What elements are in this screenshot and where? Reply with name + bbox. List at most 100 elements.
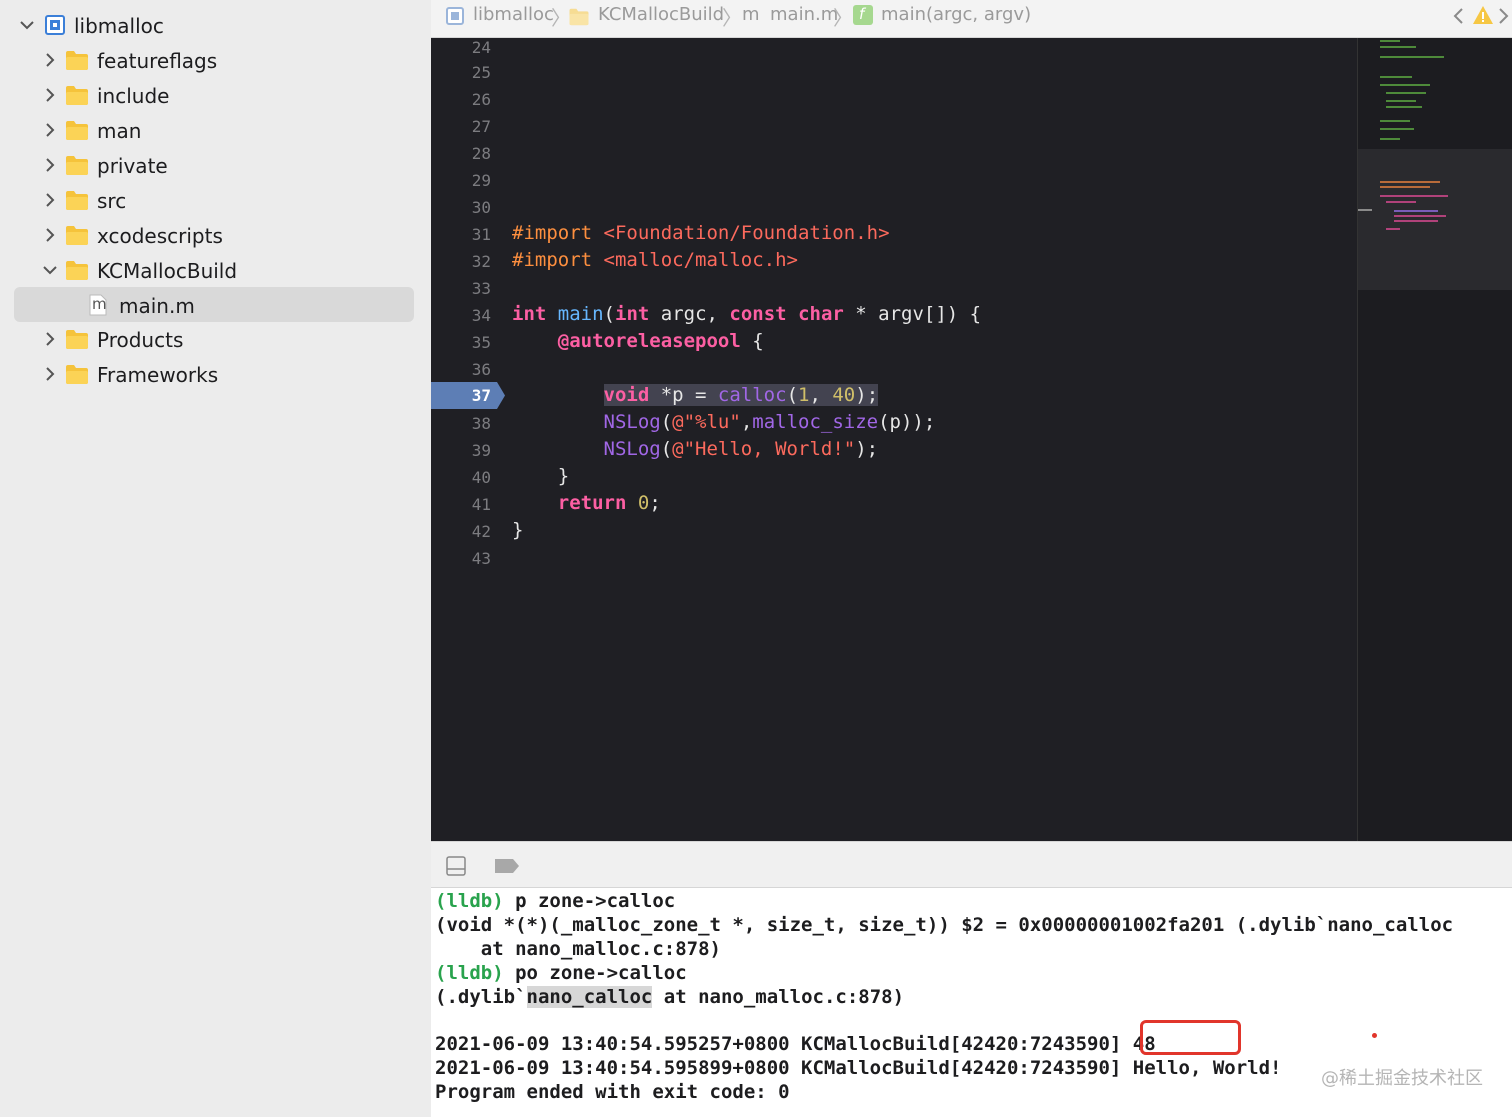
- warning-triangle-icon[interactable]: [1472, 5, 1494, 29]
- line-number: 24: [471, 38, 491, 57]
- code-token: <Foundation/Foundation.h>: [603, 222, 890, 244]
- navigator-item-main-m[interactable]: m main.m: [0, 288, 431, 323]
- minimap-line: [1380, 46, 1416, 48]
- line-number: 27: [471, 117, 491, 136]
- code-line-41: return 0;: [512, 492, 661, 514]
- navigator-item-include[interactable]: include: [0, 78, 431, 113]
- code-token: #import: [512, 222, 593, 244]
- forward-chevron-icon[interactable]: [1497, 6, 1511, 30]
- minimap-line: [1386, 201, 1416, 203]
- navigator-item-products[interactable]: Products: [0, 322, 431, 357]
- minimap-line: [1380, 76, 1412, 78]
- code-line-32: #import <malloc/malloc.h>: [512, 249, 798, 271]
- breadcrumb-file[interactable]: main.m: [770, 4, 838, 25]
- navigator-item-frameworks[interactable]: Frameworks: [0, 357, 431, 392]
- source-editor[interactable]: 24 25 26 27 28 29 30 31 32 33 34 35 36 3…: [431, 38, 1512, 841]
- chevron-right-icon[interactable]: [42, 366, 58, 382]
- current-statement-highlight: void *p = calloc(1, 40);: [603, 384, 879, 406]
- line-number: 31: [471, 225, 491, 244]
- code-token: (: [660, 411, 673, 433]
- chevron-right-icon[interactable]: [42, 87, 58, 103]
- navigator-item-label: src: [97, 189, 127, 213]
- back-chevron-icon[interactable]: [1451, 6, 1465, 30]
- console-line: (lldb) p zone->calloc: [435, 890, 675, 912]
- code-token: argc,: [649, 303, 730, 325]
- folder-icon: [65, 224, 88, 246]
- navigator-item-label: private: [97, 154, 168, 178]
- minimap-line: [1380, 84, 1430, 86]
- selected-text: nano_calloc: [526, 986, 653, 1008]
- chevron-right-icon[interactable]: [42, 192, 58, 208]
- breadcrumb-project[interactable]: libmalloc: [473, 4, 554, 25]
- chevron-right-icon[interactable]: [42, 52, 58, 68]
- code-line-39: NSLog(@"Hello, World!");: [512, 438, 879, 460]
- line-number-current: 37: [471, 386, 491, 405]
- console-line: (.dylib`nano_calloc at nano_malloc.c:878…: [435, 986, 904, 1008]
- navigator-item-xcodescripts[interactable]: xcodescripts: [0, 218, 431, 253]
- project-icon: [44, 14, 66, 36]
- console-line: at nano_malloc.c:878): [435, 938, 721, 960]
- line-number: 39: [471, 441, 491, 460]
- line-number: 40: [471, 468, 491, 487]
- current-line-marker[interactable]: 37: [431, 382, 505, 409]
- hide-debug-area-icon[interactable]: [445, 855, 467, 881]
- lldb-prompt: (lldb): [435, 962, 504, 984]
- breadcrumb-separator-icon: 〉: [722, 6, 742, 30]
- code-token: 40: [832, 384, 856, 406]
- folder-icon: [568, 7, 590, 30]
- breadcrumb-group[interactable]: KCMallocBuild: [598, 4, 724, 25]
- line-number: 28: [471, 144, 491, 163]
- minimap-line: [1386, 228, 1400, 230]
- code-token: ,: [809, 384, 833, 406]
- navigator-item-private[interactable]: private: [0, 148, 431, 183]
- minimap-line: [1386, 100, 1416, 102]
- navigator-item-libmalloc[interactable]: libmalloc: [0, 8, 431, 43]
- chevron-right-icon[interactable]: [42, 157, 58, 173]
- minimap-line: [1394, 215, 1446, 217]
- minimap-line: [1386, 92, 1426, 94]
- navigator-item-label: main.m: [119, 294, 195, 318]
- code-token: const: [729, 303, 787, 325]
- function-icon: f: [853, 5, 873, 25]
- breadcrumb-separator-icon: 〉: [833, 6, 853, 30]
- line-number: 36: [471, 360, 491, 379]
- breadcrumb-function[interactable]: main(argc, argv): [881, 4, 1031, 25]
- line-number: 42: [471, 522, 491, 541]
- chevron-right-icon[interactable]: [42, 227, 58, 243]
- file-badge: m: [742, 4, 760, 25]
- project-navigator: libmalloc featureflags include man priva…: [0, 0, 431, 1117]
- code-token: main: [557, 303, 604, 325]
- navigator-item-label: xcodescripts: [97, 224, 223, 248]
- navigator-item-kcmallocbuild[interactable]: KCMallocBuild: [0, 253, 431, 288]
- minimap-line: [1380, 40, 1400, 42]
- project-icon: [445, 6, 465, 30]
- console-text: po zone->calloc: [503, 962, 687, 984]
- minimap-line: [1380, 56, 1444, 58]
- console-line: 2021-06-09 13:40:54.595257+0800 KCMalloc…: [435, 1033, 1156, 1055]
- line-number: 35: [471, 333, 491, 352]
- code-line-38: NSLog(@"%lu",malloc_size(p));: [512, 411, 936, 433]
- folder-icon: [65, 154, 88, 176]
- debug-console[interactable]: (lldb) p zone->calloc (void *(*)(_malloc…: [431, 888, 1512, 1117]
- code-token: #import: [512, 249, 593, 271]
- chevron-right-icon[interactable]: [42, 331, 58, 347]
- minimap[interactable]: [1357, 38, 1512, 841]
- code-token: 0: [637, 492, 650, 514]
- navigator-item-label: featureflags: [97, 49, 218, 73]
- navigator-item-featureflags[interactable]: featureflags: [0, 43, 431, 78]
- navigator-item-label: include: [97, 84, 170, 108]
- console-text: (.dylib`: [435, 986, 527, 1008]
- folder-icon: [65, 84, 88, 106]
- chevron-right-icon[interactable]: [42, 122, 58, 138]
- lldb-prompt: (lldb): [435, 890, 504, 912]
- breakpoint-toggle-icon[interactable]: [494, 857, 520, 879]
- navigator-item-src[interactable]: src: [0, 183, 431, 218]
- function-badge: f: [859, 5, 865, 23]
- chevron-down-icon[interactable]: [42, 262, 58, 278]
- navigator-item-man[interactable]: man: [0, 113, 431, 148]
- chevron-down-icon[interactable]: [19, 17, 35, 33]
- code-token: (: [660, 438, 673, 460]
- minimap-line: [1380, 138, 1400, 140]
- watermark: @稀土掘金技术社区: [1321, 1068, 1483, 1089]
